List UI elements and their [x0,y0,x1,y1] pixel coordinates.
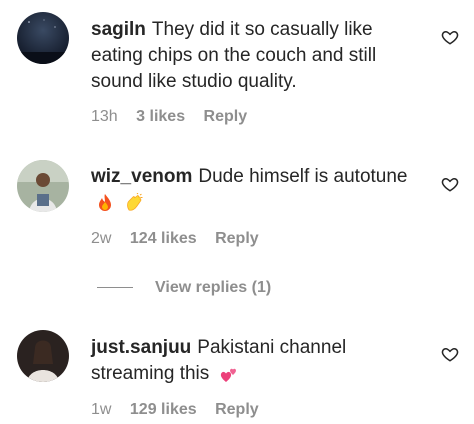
comment-body: sagiln They did it so casually like eatin… [91,17,411,95]
comment-username[interactable]: just.sanjuu [91,337,191,358]
comment-time: 2w [91,230,112,247]
comment-text: Dude himself is autotune [198,166,408,187]
person-photo-avatar-icon [17,160,69,212]
divider-line [97,287,133,289]
comment-likes[interactable]: 129 likes [130,401,197,418]
comment-meta: 2w 124 likes Reply [91,230,273,248]
comment-username[interactable]: wiz_venom [91,166,192,187]
heart-icon[interactable] [441,28,459,46]
comment-text-block: just.sanjuu Pakistani channel streaming t… [91,335,411,387]
comment-time: 1w [91,401,112,418]
reply-button[interactable]: Reply [215,230,259,247]
comment-meta: 13h 3 likes Reply [91,108,261,126]
reply-button[interactable]: Reply [215,401,259,418]
comment-meta: 1w 129 likes Reply [91,401,273,419]
fire-emoji [99,193,111,211]
night-sky-avatar-icon [17,12,69,64]
person-photo-avatar-icon [17,330,69,382]
two-hearts-emoji [220,368,236,382]
avatar[interactable] [17,12,69,64]
comment-body: wiz_venom Dude himself is autotune [91,164,411,216]
comment-likes[interactable]: 3 likes [136,108,185,125]
comment-likes[interactable]: 124 likes [130,230,197,247]
clapping-hands-emoji [127,192,143,211]
avatar[interactable] [17,330,69,382]
comment-text-block: wiz_venom Dude himself is autotune [91,164,411,216]
view-replies-label: View replies (1) [155,279,272,296]
avatar[interactable] [17,160,69,212]
comment-text-block: sagiln They did it so casually like eatin… [91,17,411,95]
heart-icon[interactable] [441,175,459,193]
comment-time: 13h [91,108,118,125]
view-replies-button[interactable]: View replies (1) [97,279,271,297]
comment-username[interactable]: sagiln [91,19,146,40]
comment-body: just.sanjuu Pakistani channel streaming t… [91,335,411,387]
heart-icon[interactable] [441,345,459,363]
reply-button[interactable]: Reply [204,108,248,125]
